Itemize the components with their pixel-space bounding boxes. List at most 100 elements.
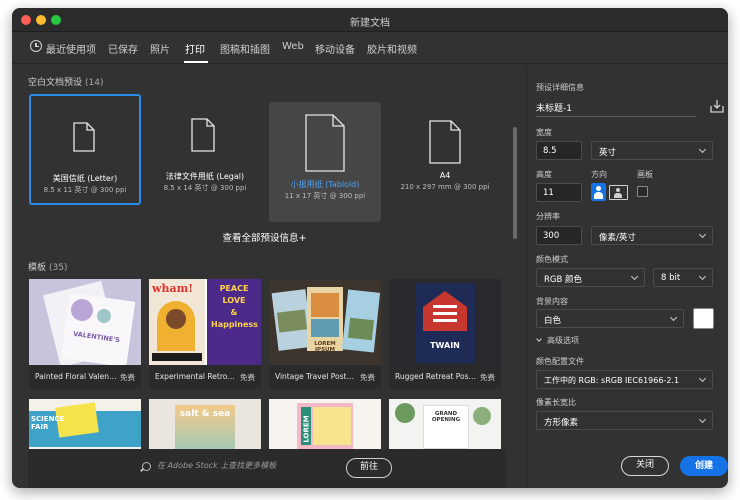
preset-size: 210 x 297 mm @ 300 ppi [400,183,490,191]
blank-presets-heading: 空白文档预设 (14) [28,75,104,88]
landscape-icon [616,188,620,192]
clock-icon [30,40,42,52]
chevron-down-icon [536,336,542,342]
view-all-presets-link[interactable]: 查看全部预设信息+ [12,230,517,244]
go-button[interactable]: 前往 [346,458,392,478]
free-badge: 免费 [120,373,135,382]
preset-letter[interactable]: 美国信纸 (Letter) 8.5 x 11 英寸 @ 300 ppi [29,94,141,205]
chevron-down-icon [669,313,678,322]
bit-depth-value: 8 bit [661,273,681,283]
width-label: 宽度 [536,128,552,137]
new-document-dialog: 新建文档 最近使用项 已保存 照片 打印 图稿和插图 Web 移动设备 胶片和视… [12,8,728,488]
template-thumb-text: LOREM IPSUM [314,341,336,353]
height-label: 高度 [536,170,552,179]
background-label: 背景内容 [536,297,568,306]
chevron-down-icon [630,272,639,281]
create-button[interactable]: 创建 [680,456,728,476]
template-thumb-text: PEACE LOVE & Happiness [211,284,258,329]
document-icon [305,114,345,172]
color-profile-select[interactable]: 工作中的 RGB: sRGB IEC61966-2.1 [536,370,713,389]
width-input[interactable]: 8.5 [536,141,582,160]
template-card[interactable]: LOREM [269,399,381,449]
template-label: Vintage Travel Poster... 免费 [269,365,381,389]
template-thumb-text: TWAIN [430,341,460,350]
document-icon [73,122,95,152]
landscape-orientation-button[interactable] [609,185,628,200]
preset-legal[interactable]: 法律文件用纸 (Legal) 8.5 x 14 英寸 @ 300 ppi [149,94,261,205]
preset-name: 美国信纸 (Letter) [52,174,118,183]
tab-saved[interactable]: 已保存 [108,41,138,56]
template-thumb-text: SCIENCE FAIR [31,415,65,431]
width-unit-select[interactable]: 英寸 [591,141,713,160]
stock-search-bar: 在 Adobe Stock 上查找更多模板 前往 [28,449,506,488]
close-button[interactable]: 关闭 [621,456,669,476]
portrait-orientation-button[interactable] [591,183,606,201]
resolution-unit-value: 像素/英寸 [599,233,636,243]
color-profile-label: 颜色配置文件 [536,357,584,366]
pixel-aspect-label: 像素长宽比 [536,398,576,407]
chevron-down-icon [698,272,707,281]
category-tabs: 最近使用项 已保存 照片 打印 图稿和插图 Web 移动设备 胶片和视频 [12,32,728,64]
template-name: Painted Floral Valentine... [35,372,117,381]
tab-photo[interactable]: 照片 [150,41,170,56]
template-card[interactable]: GRAND OPENING [389,399,501,449]
background-color-swatch[interactable] [693,308,714,329]
tab-print[interactable]: 打印 [185,41,205,56]
tab-art-illustration[interactable]: 图稿和插图 [220,41,270,56]
details-heading: 预设详细信息 [536,83,584,92]
advanced-options-toggle[interactable]: 高级选项 [536,335,616,347]
template-card[interactable]: wham! PEACE LOVE & Happiness Experimenta… [149,279,261,389]
template-card[interactable]: SCIENCE FAIR [29,399,141,449]
template-thumb-text: LOREM [302,415,311,443]
search-icon [142,462,151,471]
template-card[interactable]: salt & sea [149,399,261,449]
tab-mobile[interactable]: 移动设备 [315,41,355,56]
templates-title: 模板 [28,263,47,273]
template-thumbnail: TWAIN [389,279,501,365]
save-preset-icon[interactable] [710,99,724,113]
window-title: 新建文档 [350,18,390,29]
document-icon [429,120,461,164]
preset-details-panel: 预设详细信息 未标题-1 宽度 8.5 英寸 高度 方向 画板 11 分辨率 3… [526,65,728,488]
artboard-label: 画板 [637,170,653,179]
templates-heading: 模板 (35) [28,260,68,273]
height-input[interactable]: 11 [536,183,582,202]
width-unit-value: 英寸 [599,148,617,158]
advanced-options-label: 高级选项 [547,336,579,345]
bit-depth-select[interactable]: 8 bit [653,268,713,287]
template-card[interactable]: TWAIN Rugged Retreat Post... 免费 [389,279,501,389]
template-thumb-text: GRAND OPENING [431,411,461,423]
free-badge: 免费 [360,373,375,382]
tab-recent[interactable]: 最近使用项 [46,41,96,56]
preset-name: A4 [439,171,451,180]
document-name-input[interactable]: 未标题-1 [536,101,696,117]
scrollbar-thumb[interactable] [513,127,517,239]
color-mode-value: RGB 颜色 [544,275,583,285]
tab-web[interactable]: Web [282,41,304,52]
templates-count: (35) [49,263,68,273]
template-label: Rugged Retreat Post... 免费 [389,365,501,389]
chevron-down-icon [698,230,707,239]
preset-name: 小报用纸 (Tabloid) [290,180,360,189]
template-name: Vintage Travel Poster... [275,372,357,381]
active-tab-indicator [184,61,208,63]
color-profile-value: 工作中的 RGB: sRGB IEC61966-2.1 [544,376,680,385]
color-mode-select[interactable]: RGB 颜色 [536,268,645,287]
template-card[interactable]: LOREM IPSUM Vintage Travel Poster... 免费 [269,279,381,389]
artboard-checkbox[interactable] [637,186,648,197]
template-card[interactable]: VALENTINE'S Painted Floral Valentine...免… [29,279,141,389]
orientation-label: 方向 [591,170,607,179]
tab-film-video[interactable]: 胶片和视频 [367,41,417,56]
stock-search-input[interactable]: 在 Adobe Stock 上查找更多模板 [157,460,276,471]
resolution-unit-select[interactable]: 像素/英寸 [591,226,713,245]
free-badge: 免费 [480,373,495,382]
template-thumb-text: salt & sea [179,409,231,419]
chevron-down-icon [698,415,707,424]
resolution-input[interactable]: 300 [536,226,582,245]
preset-tabloid[interactable]: 小报用纸 (Tabloid) 11 x 17 英寸 @ 300 ppi [269,102,381,222]
template-label: Painted Floral Valentine...免费 [29,365,141,389]
preset-a4[interactable]: A4 210 x 297 mm @ 300 ppi [389,94,501,205]
pixel-aspect-select[interactable]: 方形像素 [536,411,713,430]
background-select[interactable]: 白色 [536,309,684,328]
template-thumb-text: wham! [152,282,194,295]
